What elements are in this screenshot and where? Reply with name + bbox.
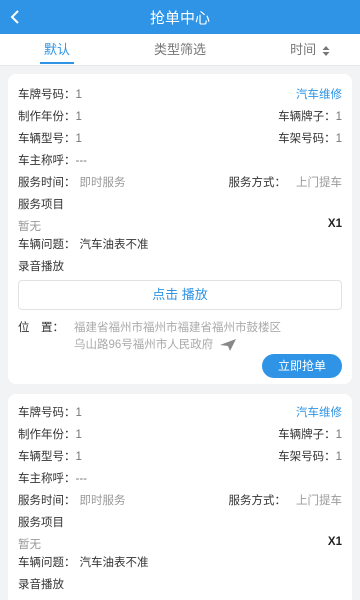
service-item-qty: X1 bbox=[327, 218, 342, 230]
plate-label: 车牌号码： bbox=[18, 407, 76, 419]
tab-default[interactable]: 默认 bbox=[22, 34, 92, 65]
frame-label: 车架号码： bbox=[278, 133, 336, 145]
service-method-value: 上门提车 bbox=[296, 495, 342, 507]
chevron-left-icon bbox=[10, 10, 19, 24]
plate-label: 车牌号码： bbox=[18, 89, 76, 101]
frame-label: 车架号码： bbox=[278, 451, 336, 463]
audio-label: 录音播放 bbox=[18, 579, 64, 591]
model-row: 车辆型号：1 车架号码：1 bbox=[8, 448, 352, 468]
sort-icon bbox=[322, 45, 330, 56]
location-row: 位 置： 福建省福州市福州市福建省福州市鼓楼区乌山路96号福州市人民政府 bbox=[18, 320, 342, 356]
page-title: 抢单中心 bbox=[149, 9, 210, 27]
service-item: 暂无 X1 bbox=[8, 536, 352, 556]
problem-label: 车辆问题： bbox=[18, 239, 76, 251]
audio-row: 录音播放 bbox=[8, 258, 352, 278]
service-method-label: 服务方式： bbox=[228, 495, 287, 507]
plate-row: 车牌号码：1 汽车维修 bbox=[8, 86, 352, 106]
service-items-label: 服务项目 bbox=[18, 517, 64, 529]
service-time-row: 服务时间： 即时服务 服务方式： 上门提车 bbox=[8, 174, 352, 194]
service-type-tag: 汽车维修 bbox=[296, 89, 342, 101]
service-time-value: 即时服务 bbox=[79, 177, 126, 189]
problem-label: 车辆问题： bbox=[18, 557, 76, 569]
tab-time-label: 时间 bbox=[290, 42, 317, 57]
problem-row: 车辆问题： 汽车油表不准 bbox=[8, 236, 352, 256]
location-label: 位 置： bbox=[18, 322, 64, 334]
year-value: 1 bbox=[75, 111, 82, 123]
location-value: 福建省福州市福州市福建省福州市鼓楼区乌山路96号福州市人民政府 bbox=[74, 322, 281, 351]
service-method-label: 服务方式： bbox=[228, 177, 287, 189]
service-time-label: 服务时间： bbox=[18, 495, 76, 507]
model-value: 1 bbox=[75, 451, 82, 463]
order-card: 车牌号码：1 汽车维修 制作年份：1 车辆牌子：1 车辆型号：1 车架号码：1 … bbox=[8, 74, 352, 384]
owner-row: 车主称呼：--- bbox=[8, 470, 352, 490]
plate-value: 1 bbox=[75, 407, 82, 419]
plate-row: 车牌号码：1 汽车维修 bbox=[8, 404, 352, 424]
problem-value: 汽车油表不准 bbox=[79, 239, 149, 251]
year-label: 制作年份： bbox=[18, 111, 76, 123]
owner-row: 车主称呼：--- bbox=[8, 152, 352, 172]
service-type-tag: 汽车维修 bbox=[296, 407, 342, 419]
filter-tabs: 默认 类型筛选 时间 bbox=[0, 34, 360, 66]
owner-label: 车主称呼： bbox=[18, 155, 76, 167]
audio-label: 录音播放 bbox=[18, 261, 64, 273]
service-items-row: 服务项目 bbox=[8, 196, 352, 216]
service-item-name: 暂无 bbox=[18, 539, 41, 551]
problem-row: 车辆问题： 汽车油表不准 bbox=[8, 554, 352, 574]
plate-value: 1 bbox=[75, 89, 82, 101]
year-value: 1 bbox=[75, 429, 82, 441]
grab-order-button[interactable]: 立即抢单 bbox=[262, 354, 342, 378]
brand-label: 车辆牌子： bbox=[278, 111, 336, 123]
owner-value: --- bbox=[75, 473, 88, 485]
back-button[interactable] bbox=[10, 7, 28, 27]
brand-value: 1 bbox=[335, 429, 342, 441]
app-header: 抢单中心 bbox=[0, 0, 360, 34]
service-time-value: 即时服务 bbox=[79, 495, 126, 507]
service-method-value: 上门提车 bbox=[296, 177, 342, 189]
active-tab-indicator bbox=[40, 62, 74, 64]
model-label: 车辆型号： bbox=[18, 451, 76, 463]
audio-row: 录音播放 bbox=[8, 576, 352, 596]
service-item: 暂无 X1 bbox=[8, 218, 352, 238]
frame-value: 1 bbox=[335, 133, 342, 145]
service-items-label: 服务项目 bbox=[18, 199, 64, 211]
year-row: 制作年份：1 车辆牌子：1 bbox=[8, 108, 352, 128]
owner-label: 车主称呼： bbox=[18, 473, 76, 485]
service-item-name: 暂无 bbox=[18, 221, 41, 233]
play-audio-button[interactable]: 点击 播放 bbox=[18, 280, 342, 310]
order-card: 车牌号码：1 汽车维修 制作年份：1 车辆牌子：1 车辆型号：1 车架号码：1 … bbox=[8, 394, 352, 600]
service-time-row: 服务时间： 即时服务 服务方式： 上门提车 bbox=[8, 492, 352, 512]
service-item-qty: X1 bbox=[327, 536, 342, 548]
brand-label: 车辆牌子： bbox=[278, 429, 336, 441]
tab-type-filter-label: 类型筛选 bbox=[153, 42, 206, 57]
brand-value: 1 bbox=[335, 111, 342, 123]
year-label: 制作年份： bbox=[18, 429, 76, 441]
model-label: 车辆型号： bbox=[18, 133, 76, 145]
tab-time[interactable]: 时间 bbox=[275, 34, 345, 65]
service-time-label: 服务时间： bbox=[18, 177, 76, 189]
service-items-row: 服务项目 bbox=[8, 514, 352, 534]
tab-type-filter[interactable]: 类型筛选 bbox=[135, 34, 225, 65]
year-row: 制作年份：1 车辆牌子：1 bbox=[8, 426, 352, 446]
model-value: 1 bbox=[75, 133, 82, 145]
tab-default-label: 默认 bbox=[43, 42, 70, 57]
frame-value: 1 bbox=[335, 451, 342, 463]
send-icon[interactable] bbox=[219, 338, 237, 352]
problem-value: 汽车油表不准 bbox=[79, 557, 149, 569]
owner-value: --- bbox=[75, 155, 88, 167]
model-row: 车辆型号：1 车架号码：1 bbox=[8, 130, 352, 150]
